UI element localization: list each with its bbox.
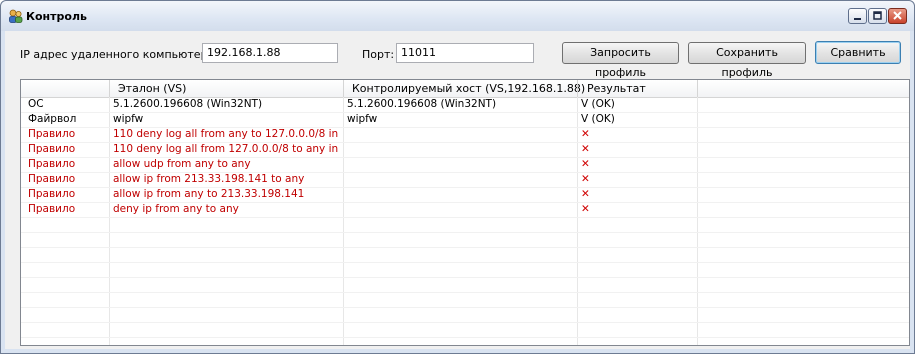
table-row[interactable]: Файрвол wipfw wipfw V (OK) (21, 113, 909, 128)
table-body: ОС 5.1.2600.196608 (Win32NT) 5.1.2600.1966… (21, 98, 909, 345)
close-icon (893, 11, 902, 20)
window-title: Контроль (26, 10, 87, 23)
compare-button[interactable]: Сравнить (815, 41, 901, 64)
cell-result: ✕ (581, 173, 590, 185)
save-profile-button[interactable]: Сохранить профиль (688, 42, 806, 79)
table-row[interactable] (21, 278, 909, 293)
cell-result: ✕ (581, 128, 590, 140)
cell-reference: allow ip from 213.33.198.141 to any (113, 173, 305, 185)
ip-input[interactable]: 192.168.1.88 (202, 43, 338, 63)
table-row[interactable]: Правило deny ip from any to any ✕ (21, 203, 909, 218)
users-app-icon (9, 9, 23, 23)
port-label: Порт: (362, 48, 395, 61)
column-header-result[interactable]: Результат (587, 82, 646, 95)
cell-name: Правило (28, 143, 76, 155)
cell-result: ✕ (581, 143, 590, 155)
request-profile-button[interactable]: Запросить профиль (562, 42, 679, 79)
maximize-button[interactable] (868, 8, 887, 24)
cell-reference: allow udp from any to any (113, 158, 251, 170)
cell-result: V (OK) (581, 113, 615, 125)
table-row[interactable] (21, 263, 909, 278)
table-row[interactable] (21, 233, 909, 248)
table-row[interactable] (21, 248, 909, 263)
column-header-reference[interactable]: Эталон (VS) (118, 82, 186, 95)
column-header-host[interactable]: Контролируемый хост (VS,192.168.1.88) (352, 82, 585, 95)
cell-name: Правило (28, 188, 76, 200)
client-area: IP адрес удаленного компьютера: 192.168.… (5, 31, 910, 349)
cell-name: Файрвол (28, 113, 77, 125)
cell-result: ✕ (581, 203, 590, 215)
table-row[interactable]: Правило 110 deny log all from 127.0.0.0/8… (21, 143, 909, 158)
control-window: Контроль IP адрес удаленного компьютера:… (0, 0, 915, 354)
table-row[interactable] (21, 338, 909, 345)
ip-label: IP адрес удаленного компьютера: (20, 48, 218, 61)
maximize-icon (873, 11, 882, 20)
cell-result: V (OK) (581, 98, 615, 110)
cell-reference: deny ip from any to any (113, 203, 239, 215)
table-row[interactable]: Правило allow udp from any to any ✕ (21, 158, 909, 173)
comparison-table[interactable]: Эталон (VS) Контролируемый хост (VS,192.… (20, 79, 910, 346)
table-header: Эталон (VS) Контролируемый хост (VS,192.… (21, 80, 909, 98)
cell-reference: allow ip from any to 213.33.198.141 (113, 188, 305, 200)
table-row[interactable] (21, 323, 909, 338)
minimize-icon (854, 18, 861, 20)
close-button[interactable] (888, 8, 907, 24)
table-row[interactable]: Правило allow ip from any to 213.33.198.1… (21, 188, 909, 203)
cell-name: Правило (28, 173, 76, 185)
table-row[interactable] (21, 308, 909, 323)
cell-reference: 5.1.2600.196608 (Win32NT) (113, 98, 263, 110)
minimize-button[interactable] (848, 8, 867, 24)
title-bar[interactable]: Контроль (1, 1, 914, 31)
table-row[interactable] (21, 293, 909, 308)
cell-reference: 110 deny log all from 127.0.0.0/8 to any… (113, 143, 339, 155)
port-input[interactable]: 11011 (396, 43, 534, 63)
cell-result: ✕ (581, 188, 590, 200)
table-row[interactable]: ОС 5.1.2600.196608 (Win32NT) 5.1.2600.1966… (21, 98, 909, 113)
cell-host: 5.1.2600.196608 (Win32NT) (347, 98, 497, 110)
cell-name: Правило (28, 158, 76, 170)
cell-name: Правило (28, 203, 76, 215)
cell-reference: 110 deny log all from any to 127.0.0.0/8… (113, 128, 339, 140)
table-row[interactable]: Правило 110 deny log all from any to 127.… (21, 128, 909, 143)
cell-name: ОС (28, 98, 44, 110)
cell-result: ✕ (581, 158, 590, 170)
cell-name: Правило (28, 128, 76, 140)
table-row[interactable] (21, 218, 909, 233)
cell-host: wipfw (347, 113, 378, 125)
table-row[interactable]: Правило allow ip from 213.33.198.141 to a… (21, 173, 909, 188)
cell-reference: wipfw (113, 113, 144, 125)
